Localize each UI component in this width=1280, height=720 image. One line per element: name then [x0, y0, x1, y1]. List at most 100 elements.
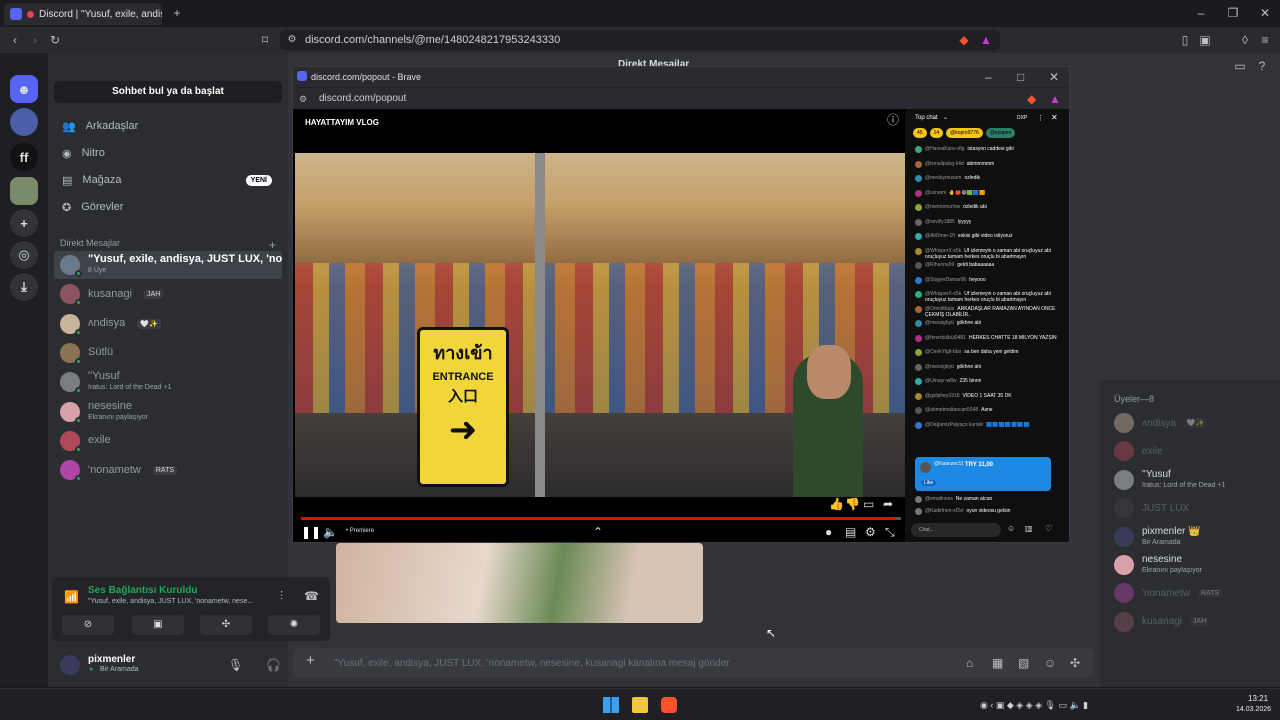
server-icon-ff[interactable]: ff [10, 143, 38, 171]
address-bar[interactable]: ⚙ discord.com/channels/@me/1480248217953… [280, 30, 1000, 50]
forward-icon[interactable]: › [28, 33, 42, 47]
emoji-icon[interactable]: ☺ [1044, 656, 1056, 670]
nav-shop[interactable]: ▤ Mağaza YENİ [56, 168, 280, 192]
apps-icon[interactable]: ✣ [1070, 656, 1080, 670]
subtitles-icon[interactable]: ▤ [845, 525, 856, 539]
chat-user[interactable]: @HavvaKara-v8g [925, 146, 965, 152]
chat-pill[interactable]: 45 [913, 128, 927, 138]
browser-tab[interactable]: Discord | "Yusuf, exile, andis... ✕ [4, 3, 162, 25]
chat-user[interactable]: @CenkYigit-bbo [925, 349, 961, 355]
member-item[interactable]: pixmenler 👑 Bir Aramada [1114, 526, 1201, 548]
discover-icon[interactable]: ◎ [10, 241, 38, 269]
gift-icon[interactable]: ⌂ [966, 656, 973, 670]
popout-close-icon[interactable]: ✕ [1049, 70, 1059, 84]
username[interactable]: pixmenler [88, 654, 135, 665]
member-item[interactable]: JUST LUX [1114, 497, 1189, 519]
clock-date[interactable]: 14.03.2026 [1236, 706, 1271, 713]
chat-user[interactable]: @Umayr-w8w [925, 378, 956, 384]
superchat[interactable]: @Kaanzec11 TRY 11,00 Like [915, 457, 1051, 491]
brave-browser-icon[interactable] [661, 697, 677, 713]
disconnect-icon[interactable]: ☎ [304, 589, 319, 603]
server-icon-2[interactable] [10, 177, 38, 205]
like-icon[interactable]: 👍 [829, 497, 844, 511]
file-explorer-icon[interactable] [632, 697, 648, 713]
chat-close-icon[interactable]: ✕ [1051, 113, 1058, 122]
start-icon[interactable] [603, 697, 619, 713]
site-info-icon[interactable]: ⚙ [286, 33, 298, 47]
chat-pill[interactable]: @kopro9776 [946, 128, 983, 138]
dm-item[interactable]: "Yusuf, exile, andisya, JUST LUX, 'nona.… [54, 251, 282, 279]
chat-image-attachment[interactable] [336, 543, 703, 623]
sticker-icon[interactable]: ▧ [1018, 656, 1029, 670]
vpn-icon[interactable]: ◊ [1238, 33, 1252, 47]
attach-icon[interactable]: + [306, 653, 315, 668]
new-tab-button[interactable]: + [170, 6, 184, 20]
download-icon[interactable]: ⤓ [10, 273, 38, 301]
superchat-like[interactable]: Like [921, 480, 937, 486]
member-item[interactable]: nesesine Ekranını paylaşıyor [1114, 554, 1202, 576]
voice-status[interactable]: Ses Bağlantısı Kuruldu [88, 585, 197, 596]
chat-user[interactable]: @ssnami [925, 190, 946, 196]
popout-address-bar[interactable]: ⚙ discord.com/popout ◆ ▲ [293, 87, 1069, 109]
microphone-icon[interactable]: 🎙 [228, 658, 243, 672]
pause-icon[interactable]: ❚❚ [301, 525, 321, 539]
soundboard-button[interactable]: ✺ [268, 615, 320, 635]
tray-icons[interactable]: ◉ ‹ ▣ ◆ ◈ ◈ ◈ 🎙 ▭ 🔈 ▮ [980, 700, 1088, 711]
dm-item[interactable]: ''Yusuf Iratus: Lord of the Dead +1 [54, 368, 282, 396]
bookmark-icon[interactable]: ⌑ [258, 33, 272, 47]
chat-user[interactable]: @sevilly1885 [925, 219, 955, 225]
close-window-icon[interactable]: ✕ [1258, 6, 1272, 20]
nav-nitro[interactable]: ◉ Nitro [56, 141, 280, 165]
create-dm-icon[interactable]: + [269, 238, 276, 252]
nav-quests[interactable]: ✪ Görevler [56, 195, 280, 219]
add-server-icon[interactable]: + [10, 209, 38, 237]
emoji-icon[interactable]: ☺ [1007, 524, 1015, 533]
chat-user[interactable]: @emalinnes [925, 496, 953, 502]
site-info-icon[interactable]: ⚙ [299, 92, 307, 106]
chat-user[interactable]: @messigbyti [925, 320, 954, 326]
user-avatar[interactable] [60, 655, 80, 675]
monetization-icon[interactable]: ▥ [1025, 524, 1033, 533]
video-frame[interactable]: ทางเข้า ENTRANCE 入口 ➜ [295, 153, 905, 497]
autoplay-icon[interactable]: ● [825, 525, 832, 539]
chat-user[interactable]: @fenerbülbül0481 [925, 335, 966, 341]
headphones-icon[interactable]: 🎧 [266, 658, 281, 672]
gif-icon[interactable]: ▦ [992, 656, 1003, 670]
member-item[interactable]: kusanagi JAH [1114, 611, 1210, 633]
dislike-icon[interactable]: 👎 [845, 497, 860, 511]
progress-track[interactable] [301, 517, 901, 520]
dm-item[interactable]: nesesine Ekranını paylaşıyor [54, 398, 282, 426]
activities-button[interactable]: ✣ [200, 615, 252, 635]
brave-rewards-icon[interactable]: ▲ [1049, 92, 1061, 106]
dm-item[interactable]: Sütlü [54, 339, 282, 367]
message-input[interactable]: + "Yusuf, exile, andisya, JUST LUX, 'non… [294, 648, 1094, 678]
screen-share-button[interactable]: ▣ [132, 615, 184, 635]
dm-item[interactable]: kusanagi JAH [54, 280, 282, 308]
chat-mode[interactable]: Top chat [915, 115, 938, 121]
chat-user[interactable]: @messigbyti [925, 364, 954, 370]
search-conversations-button[interactable]: Sohbet bul ya da başlat [54, 81, 282, 103]
chat-user[interactable]: @Rihanna99 [925, 262, 954, 268]
member-item[interactable]: ᴧndisya 🤍✨ [1114, 412, 1208, 434]
member-item[interactable]: exile [1114, 440, 1163, 462]
brave-shield-icon[interactable]: ◆ [958, 33, 970, 47]
clock-time[interactable]: 13:21 [1248, 694, 1268, 703]
fullscreen-icon[interactable]: ⤡ [885, 525, 895, 539]
chat-user[interactable]: @StajyerDamar06 [925, 277, 966, 283]
popout-maximize-icon[interactable]: □ [1017, 70, 1024, 84]
chat-user[interactable]: @DeğamizPalyaço kursiki [925, 422, 983, 428]
volume-icon[interactable]: 🔈 [323, 525, 338, 539]
heart-icon[interactable]: ♡ [1045, 524, 1052, 533]
chat-input[interactable]: Chat... [911, 523, 1001, 537]
voice-channel[interactable]: "Yusuf, exile, andisya, JUST LUX, 'nonam… [88, 598, 253, 605]
popout-minimize-icon[interactable]: – [985, 70, 992, 84]
comment-icon[interactable]: ▭ [863, 497, 874, 511]
sidebar-toggle-icon[interactable]: ▯ [1178, 33, 1192, 47]
settings-icon[interactable]: ⚙ [865, 525, 876, 539]
chat-user[interactable]: @medoymusum [925, 175, 961, 181]
noise-suppression-icon[interactable]: ⫶ [280, 589, 283, 603]
restore-icon[interactable]: ❐ [1226, 6, 1240, 20]
chat-user[interactable]: @ismailpubg-k4d [925, 161, 964, 167]
brave-shield-icon[interactable]: ◆ [1027, 92, 1036, 106]
member-item[interactable]: ''Yusuf Iratus: Lord of the Dead +1 [1114, 469, 1225, 491]
